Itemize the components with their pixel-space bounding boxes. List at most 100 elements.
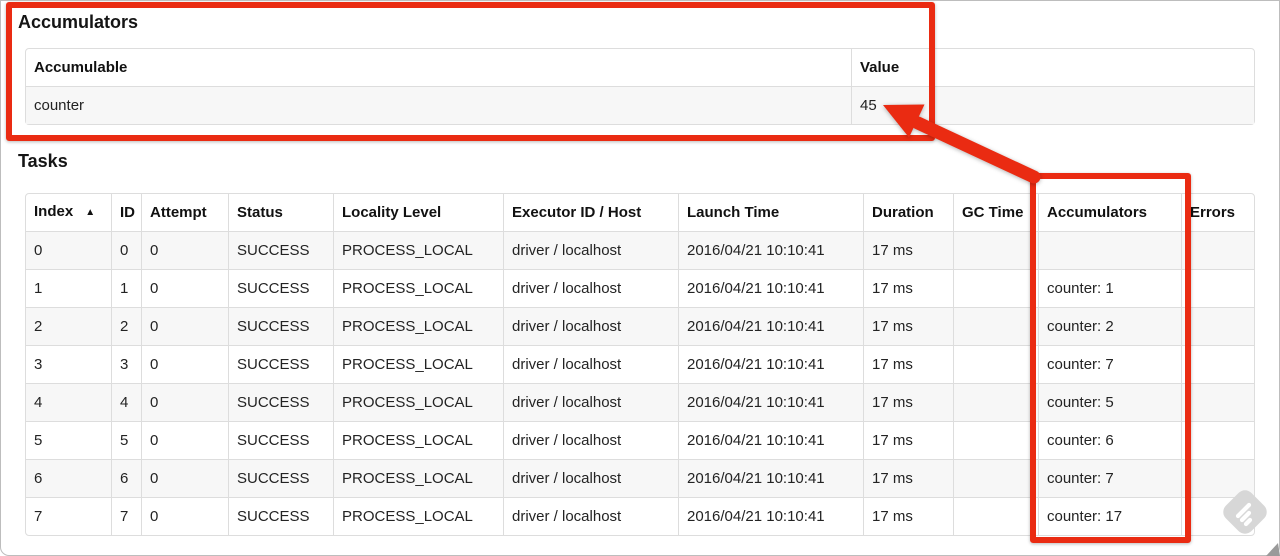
cell-launch-time: 2016/04/21 10:10:41 bbox=[678, 383, 863, 421]
cell-duration: 17 ms bbox=[863, 459, 953, 497]
cell-value: 45 bbox=[851, 86, 1254, 124]
cell-id: 1 bbox=[111, 269, 141, 307]
cell-id: 6 bbox=[111, 459, 141, 497]
column-header-executor-id-host[interactable]: Executor ID / Host bbox=[503, 194, 678, 231]
column-header-value: Value bbox=[851, 49, 1254, 86]
cell-id: 2 bbox=[111, 307, 141, 345]
cell-attempt: 0 bbox=[141, 497, 228, 535]
cell-errors bbox=[1181, 231, 1254, 269]
cell-launch-time: 2016/04/21 10:10:41 bbox=[678, 421, 863, 459]
cell-attempt: 0 bbox=[141, 383, 228, 421]
cell-gc-time bbox=[953, 497, 1038, 535]
cell-id: 3 bbox=[111, 345, 141, 383]
tasks-section-title: Tasks bbox=[18, 151, 68, 171]
cell-executor-id-host: driver / localhost bbox=[503, 345, 678, 383]
cell-index: 7 bbox=[26, 497, 111, 535]
cell-locality-level: PROCESS_LOCAL bbox=[333, 497, 503, 535]
task-row: 4 4 0 SUCCESS PROCESS_LOCAL driver / localhos… bbox=[26, 383, 1254, 421]
column-header-accumulators[interactable]: Accumulators bbox=[1038, 194, 1181, 231]
cell-gc-time bbox=[953, 421, 1038, 459]
cell-index: 1 bbox=[26, 269, 111, 307]
column-label: GC Time bbox=[962, 203, 1024, 221]
column-label: Executor ID / Host bbox=[512, 203, 642, 221]
cell-gc-time bbox=[953, 307, 1038, 345]
cell-index: 6 bbox=[26, 459, 111, 497]
cell-status: SUCCESS bbox=[228, 231, 333, 269]
column-header-duration[interactable]: Duration bbox=[863, 194, 953, 231]
cell-accumulators: counter: 6 bbox=[1038, 421, 1181, 459]
cell-launch-time: 2016/04/21 10:10:41 bbox=[678, 345, 863, 383]
cell-duration: 17 ms bbox=[863, 269, 953, 307]
cell-id: 5 bbox=[111, 421, 141, 459]
cell-locality-level: PROCESS_LOCAL bbox=[333, 231, 503, 269]
cell-attempt: 0 bbox=[141, 231, 228, 269]
cell-locality-level: PROCESS_LOCAL bbox=[333, 459, 503, 497]
cell-accumulators: counter: 5 bbox=[1038, 383, 1181, 421]
column-header-errors[interactable]: Errors bbox=[1181, 194, 1254, 231]
cell-executor-id-host: driver / localhost bbox=[503, 497, 678, 535]
cell-gc-time bbox=[953, 231, 1038, 269]
cell-status: SUCCESS bbox=[228, 307, 333, 345]
column-label: Duration bbox=[872, 203, 934, 221]
task-row: 6 6 0 SUCCESS PROCESS_LOCAL driver / localhos… bbox=[26, 459, 1254, 497]
column-header-accumulable: Accumulable bbox=[34, 58, 128, 76]
cell-accumulators: counter: 7 bbox=[1038, 345, 1181, 383]
cell-errors bbox=[1181, 269, 1254, 307]
column-header-attempt[interactable]: Attempt bbox=[141, 194, 228, 231]
cell-duration: 17 ms bbox=[863, 383, 953, 421]
column-label: Attempt bbox=[150, 203, 207, 221]
cell-executor-id-host: driver / localhost bbox=[503, 383, 678, 421]
cell-locality-level: PROCESS_LOCAL bbox=[333, 345, 503, 383]
cell-status: SUCCESS bbox=[228, 497, 333, 535]
sort-ascending-icon: ▲ bbox=[85, 207, 96, 218]
cell-errors bbox=[1181, 421, 1254, 459]
column-header-gc-time[interactable]: GC Time bbox=[953, 194, 1038, 231]
column-header-status[interactable]: Status bbox=[228, 194, 333, 231]
column-header-index[interactable]: Index ▲ bbox=[26, 194, 111, 231]
column-label: Accumulators bbox=[1047, 203, 1148, 221]
column-label: Errors bbox=[1190, 203, 1236, 221]
cell-accumulators: counter: 7 bbox=[1038, 459, 1181, 497]
cell-launch-time: 2016/04/21 10:10:41 bbox=[678, 307, 863, 345]
cell-errors bbox=[1181, 497, 1254, 535]
cell-gc-time bbox=[953, 345, 1038, 383]
column-label: Index bbox=[34, 203, 74, 220]
cell-errors bbox=[1181, 459, 1254, 497]
cell-accumulators bbox=[1038, 231, 1181, 269]
cell-index: 0 bbox=[26, 231, 111, 269]
cell-duration: 17 ms bbox=[863, 345, 953, 383]
cell-launch-time: 2016/04/21 10:10:41 bbox=[678, 231, 863, 269]
column-label: Status bbox=[237, 203, 283, 221]
column-label: Locality Level bbox=[342, 203, 442, 221]
cell-gc-time bbox=[953, 383, 1038, 421]
cell-duration: 17 ms bbox=[863, 307, 953, 345]
cell-gc-time bbox=[953, 459, 1038, 497]
cell-attempt: 0 bbox=[141, 459, 228, 497]
cell-attempt: 0 bbox=[141, 307, 228, 345]
cell-errors bbox=[1181, 345, 1254, 383]
task-row: 7 7 0 SUCCESS PROCESS_LOCAL driver / localhos… bbox=[26, 497, 1254, 535]
accumulator-row: counter 45 bbox=[26, 86, 1254, 124]
cell-id: 4 bbox=[111, 383, 141, 421]
column-header-id[interactable]: ID bbox=[111, 194, 141, 231]
column-header-launch-time[interactable]: Launch Time bbox=[678, 194, 863, 231]
cell-launch-time: 2016/04/21 10:10:41 bbox=[678, 459, 863, 497]
cell-accumulators: counter: 17 bbox=[1038, 497, 1181, 535]
cell-id: 0 bbox=[111, 231, 141, 269]
cell-errors bbox=[1181, 383, 1254, 421]
cell-duration: 17 ms bbox=[863, 421, 953, 459]
column-header-locality-level[interactable]: Locality Level bbox=[333, 194, 503, 231]
cell-executor-id-host: driver / localhost bbox=[503, 421, 678, 459]
cell-executor-id-host: driver / localhost bbox=[503, 307, 678, 345]
column-label: ID bbox=[120, 203, 135, 221]
cell-attempt: 0 bbox=[141, 269, 228, 307]
cell-launch-time: 2016/04/21 10:10:41 bbox=[678, 497, 863, 535]
cell-id: 7 bbox=[111, 497, 141, 535]
cell-errors bbox=[1181, 307, 1254, 345]
cell-status: SUCCESS bbox=[228, 269, 333, 307]
accumulators-header-row: Accumulable Value bbox=[26, 49, 1254, 86]
cell-duration: 17 ms bbox=[863, 497, 953, 535]
cell-executor-id-host: driver / localhost bbox=[503, 269, 678, 307]
cell-locality-level: PROCESS_LOCAL bbox=[333, 383, 503, 421]
cell-status: SUCCESS bbox=[228, 345, 333, 383]
